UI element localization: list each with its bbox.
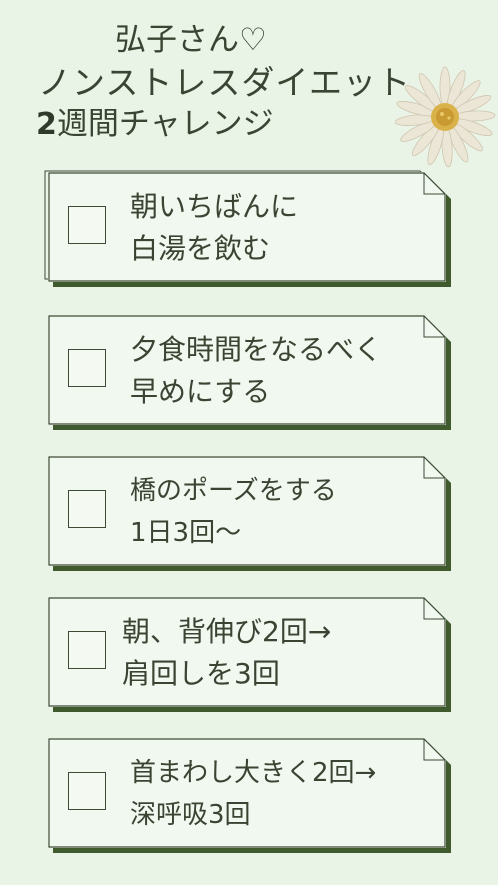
item-text-line2: 白湯を飲む [130, 232, 271, 265]
item-text-line2: 早めにする [130, 375, 271, 408]
item-text-line1: 橋のポーズをする [130, 476, 337, 506]
title-name: 弘子さん♡ [115, 22, 267, 58]
title-main: ノンストレスダイエット [38, 63, 412, 102]
checklist-item: 橋のポーズをする 1日3回〜 [48, 456, 450, 568]
checkbox[interactable] [68, 772, 106, 810]
checklist-item-text: 首まわし大きく2回→ 深呼吸3回 [130, 752, 376, 836]
checklist-item-text: 朝、背伸び2回→ 肩回しを3回 [122, 611, 331, 695]
item-text-line2: 肩回しを3回 [122, 657, 280, 690]
item-text-line2: 1日3回〜 [130, 518, 242, 548]
checkbox[interactable] [68, 206, 106, 244]
checklist-item: 朝いちばんに 白湯を飲む [44, 170, 450, 284]
checklist-item: 朝、背伸び2回→ 肩回しを3回 [48, 597, 450, 709]
item-text-line1: 首まわし大きく2回→ [130, 758, 377, 788]
item-text-line1: 夕食時間をなるべく [130, 333, 383, 366]
checkbox[interactable] [68, 490, 106, 528]
checklist-item-text: 橋のポーズをする 1日3回〜 [130, 470, 337, 554]
title-subtitle-text: 週間チャレンジ [56, 106, 274, 142]
daisy-flower-icon [394, 66, 496, 168]
title-subtitle: 2週間チャレンジ [36, 98, 274, 143]
item-text-line1: 朝いちばんに [130, 190, 299, 223]
item-text-line1: 朝、背伸び2回→ [122, 615, 332, 648]
checklist-item: 夕食時間をなるべく 早めにする [48, 315, 450, 427]
title-number: 2 [36, 107, 57, 142]
checklist-item: 首まわし大きく2回→ 深呼吸3回 [48, 738, 450, 850]
checklist-item-text: 朝いちばんに 白湯を飲む [130, 186, 298, 270]
checkbox[interactable] [68, 631, 106, 669]
checkbox[interactable] [68, 349, 106, 387]
checklist-item-text: 夕食時間をなるべく 早めにする [130, 329, 382, 413]
item-text-line2: 深呼吸3回 [130, 800, 251, 830]
